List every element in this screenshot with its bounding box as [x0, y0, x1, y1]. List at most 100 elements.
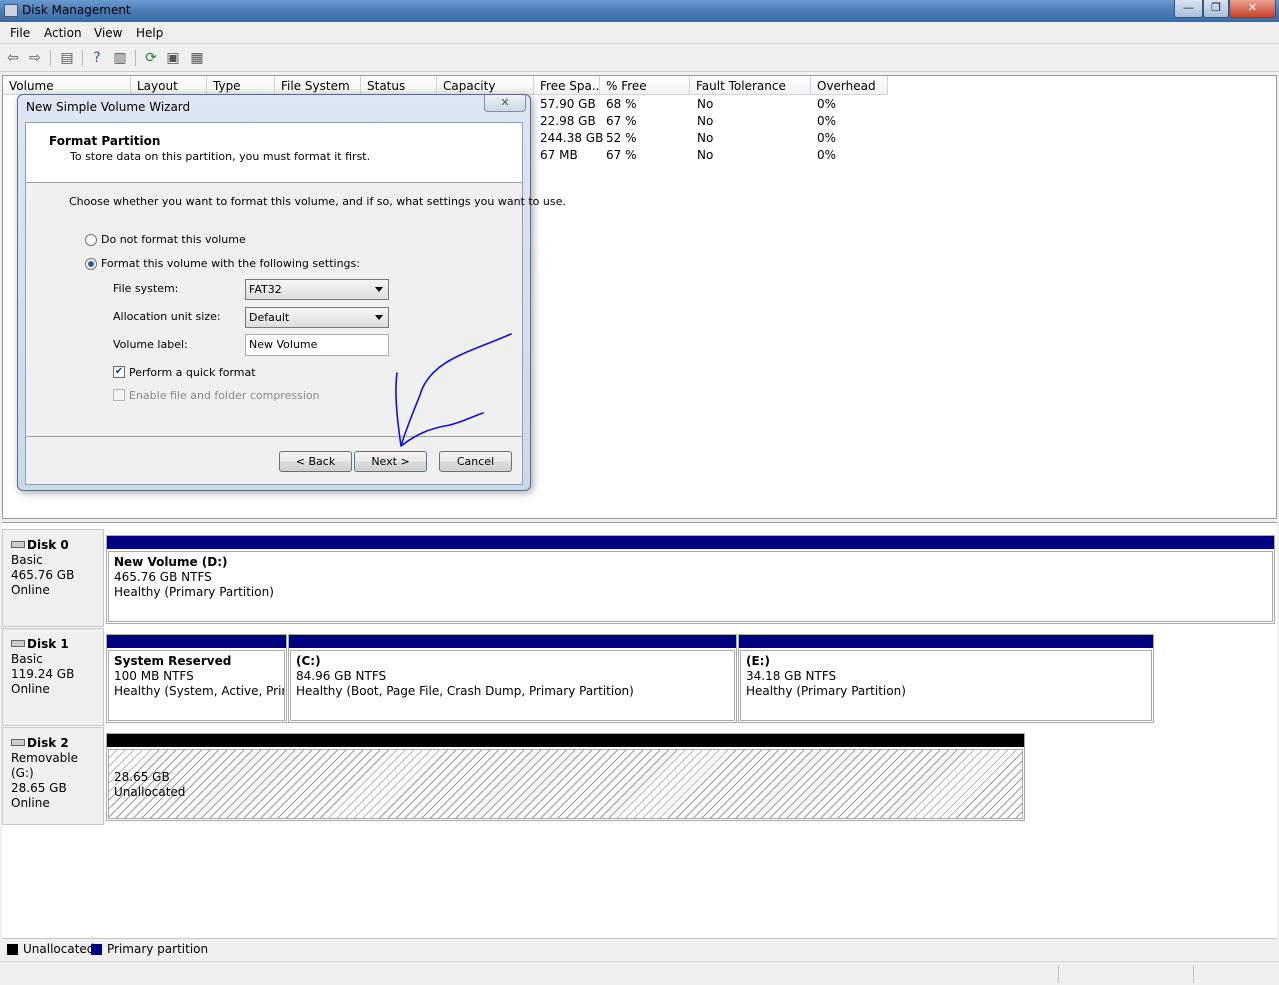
file-system-select[interactable]: FAT32 [245, 279, 389, 300]
row-percent-free: 67 % [606, 114, 637, 128]
column-capacity[interactable]: Capacity [437, 76, 534, 95]
forward-arrow-icon[interactable]: ⇨ [26, 49, 44, 67]
disk-status: Online [11, 796, 50, 810]
column-percent-free[interactable]: % Free [600, 76, 690, 95]
partition-system-reserved[interactable]: System Reserved 100 MB NTFS Healthy (Sys… [106, 634, 287, 723]
disk-drive-icon [11, 640, 25, 647]
disk-status: Online [11, 682, 50, 696]
column-type[interactable]: Type [207, 76, 275, 95]
column-fault-tolerance[interactable]: Fault Tolerance [690, 76, 811, 95]
primary-partition-bar [107, 536, 1274, 549]
file-system-label: File system: [113, 282, 179, 295]
disk-2-info[interactable]: Disk 2 Removable (G:) 28.65 GB Online [2, 727, 104, 825]
disk-status: Online [11, 583, 50, 597]
disk-type: Basic [11, 652, 43, 666]
next-button[interactable]: Next > [354, 451, 427, 472]
partition-status: Healthy (Boot, Page File, Crash Dump, Pr… [296, 684, 634, 698]
refresh-icon[interactable]: ⟳ [142, 49, 160, 67]
partition-size: 84.96 GB NTFS [296, 669, 387, 683]
partition-status: Healthy (System, Active, Primar [114, 684, 284, 698]
wizard-header: Format Partition To store data on this p… [26, 123, 522, 183]
row-free-space: 244.38 GB [540, 131, 604, 145]
chevron-down-icon [375, 315, 383, 320]
toolbar: ⇦ ⇨ ▤ ? ▥ ⟳ ▣ ▦ [0, 44, 1279, 72]
radio-do-not-format[interactable] [85, 234, 97, 246]
row-percent-free: 68 % [606, 97, 637, 111]
column-layout[interactable]: Layout [131, 76, 207, 95]
toolbar-separator [50, 50, 51, 66]
menu-view[interactable]: View [94, 26, 122, 40]
primary-partition-bar [289, 635, 736, 648]
wizard-body: Format Partition To store data on this p… [25, 122, 566, 485]
partition-size: 465.76 GB NTFS [114, 570, 212, 584]
primary-partition-bar [107, 635, 286, 648]
row-percent-free: 67 % [606, 148, 637, 162]
disk-type: Basic [11, 553, 43, 567]
disk-management-icon [4, 4, 18, 17]
option-format-label[interactable]: Format this volume with the following se… [101, 257, 360, 270]
allocation-unit-size-value: Default [249, 311, 290, 324]
quick-format-checkbox[interactable]: ✔ [113, 366, 125, 378]
disk-0-info[interactable]: Disk 0 Basic 465.76 GB Online [2, 529, 104, 627]
properties-icon[interactable]: ▥ [111, 49, 129, 67]
console-icon[interactable]: ▦ [188, 49, 206, 67]
status-segment [1193, 965, 1194, 983]
column-file-system[interactable]: File System [275, 76, 361, 95]
partition-d[interactable]: New Volume (D:) 465.76 GB NTFS Healthy (… [106, 535, 1275, 624]
maximize-button[interactable]: ❐ [1203, 0, 1229, 18]
wizard-header-subtitle: To store data on this partition, you mus… [70, 150, 371, 163]
help-icon[interactable]: ? [88, 49, 106, 67]
back-button[interactable]: < Back [279, 451, 352, 472]
row-fault-tolerance: No [697, 114, 714, 128]
disk-size: 465.76 GB [11, 568, 75, 582]
status-segment [1058, 965, 1059, 983]
allocation-unit-size-select[interactable]: Default [245, 307, 389, 328]
wizard-header-title: Format Partition [49, 134, 161, 148]
column-free-space[interactable]: Free Spa... [534, 76, 600, 95]
column-status[interactable]: Status [361, 76, 437, 95]
cancel-button[interactable]: Cancel [439, 451, 512, 472]
disk-1-info[interactable]: Disk 1 Basic 119.24 GB Online [2, 628, 104, 726]
volume-label-label: Volume label: [113, 338, 188, 351]
column-volume[interactable]: Volume [3, 76, 131, 95]
title-bar: Disk Management — ❐ ✕ [0, 0, 1279, 22]
file-system-value: FAT32 [249, 283, 282, 296]
radio-format[interactable] [85, 258, 97, 270]
row-free-space: 67 MB [540, 148, 578, 162]
compression-checkbox [113, 389, 125, 401]
partition-c[interactable]: (C:) 84.96 GB NTFS Healthy (Boot, Page F… [288, 634, 737, 723]
close-button[interactable]: ✕ [1229, 0, 1276, 18]
menu-file[interactable]: File [10, 26, 30, 40]
minimize-button[interactable]: — [1174, 0, 1203, 18]
quick-format-label[interactable]: Perform a quick format [129, 366, 256, 379]
partition-status: Healthy (Primary Partition) [114, 585, 274, 599]
partition-e[interactable]: (E:) 34.18 GB NTFS Healthy (Primary Part… [738, 634, 1154, 723]
compression-label: Enable file and folder compression [129, 389, 320, 402]
menu-help[interactable]: Help [136, 26, 163, 40]
unallocated-bar [107, 734, 1024, 747]
disk-size: 119.24 GB [11, 667, 75, 681]
option-do-not-format-label[interactable]: Do not format this volume [101, 233, 246, 246]
primary-partition-swatch [91, 944, 102, 955]
column-overhead[interactable]: Overhead [811, 76, 888, 95]
new-simple-volume-wizard: New Simple Volume Wizard ✕ Format Partit… [17, 94, 566, 491]
wizard-separator [26, 436, 522, 437]
row-free-space: 57.90 GB [540, 97, 596, 111]
row-fault-tolerance: No [697, 148, 714, 162]
legend-primary-partition: Primary partition [107, 942, 209, 956]
window-title: Disk Management [22, 3, 131, 17]
unallocated-space[interactable]: 28.65 GB Unallocated [106, 733, 1025, 821]
back-arrow-icon[interactable]: ⇦ [4, 49, 22, 67]
disk-drive-icon [11, 541, 25, 548]
menu-action[interactable]: Action [44, 26, 82, 40]
console-tree-icon[interactable]: ▤ [58, 49, 76, 67]
disk-graphical-view: Disk 0 Basic 465.76 GB Online New Volume… [2, 522, 1277, 938]
wizard-close-button[interactable]: ✕ [484, 95, 526, 112]
toolbar-separator [82, 50, 83, 66]
volume-label-input[interactable]: New Volume [245, 334, 389, 356]
settings-icon[interactable]: ▣ [164, 49, 182, 67]
partition-size: 100 MB NTFS [114, 669, 194, 683]
unallocated-swatch [7, 944, 18, 955]
toolbar-separator [135, 50, 136, 66]
partition-size: 28.65 GB [114, 770, 170, 784]
